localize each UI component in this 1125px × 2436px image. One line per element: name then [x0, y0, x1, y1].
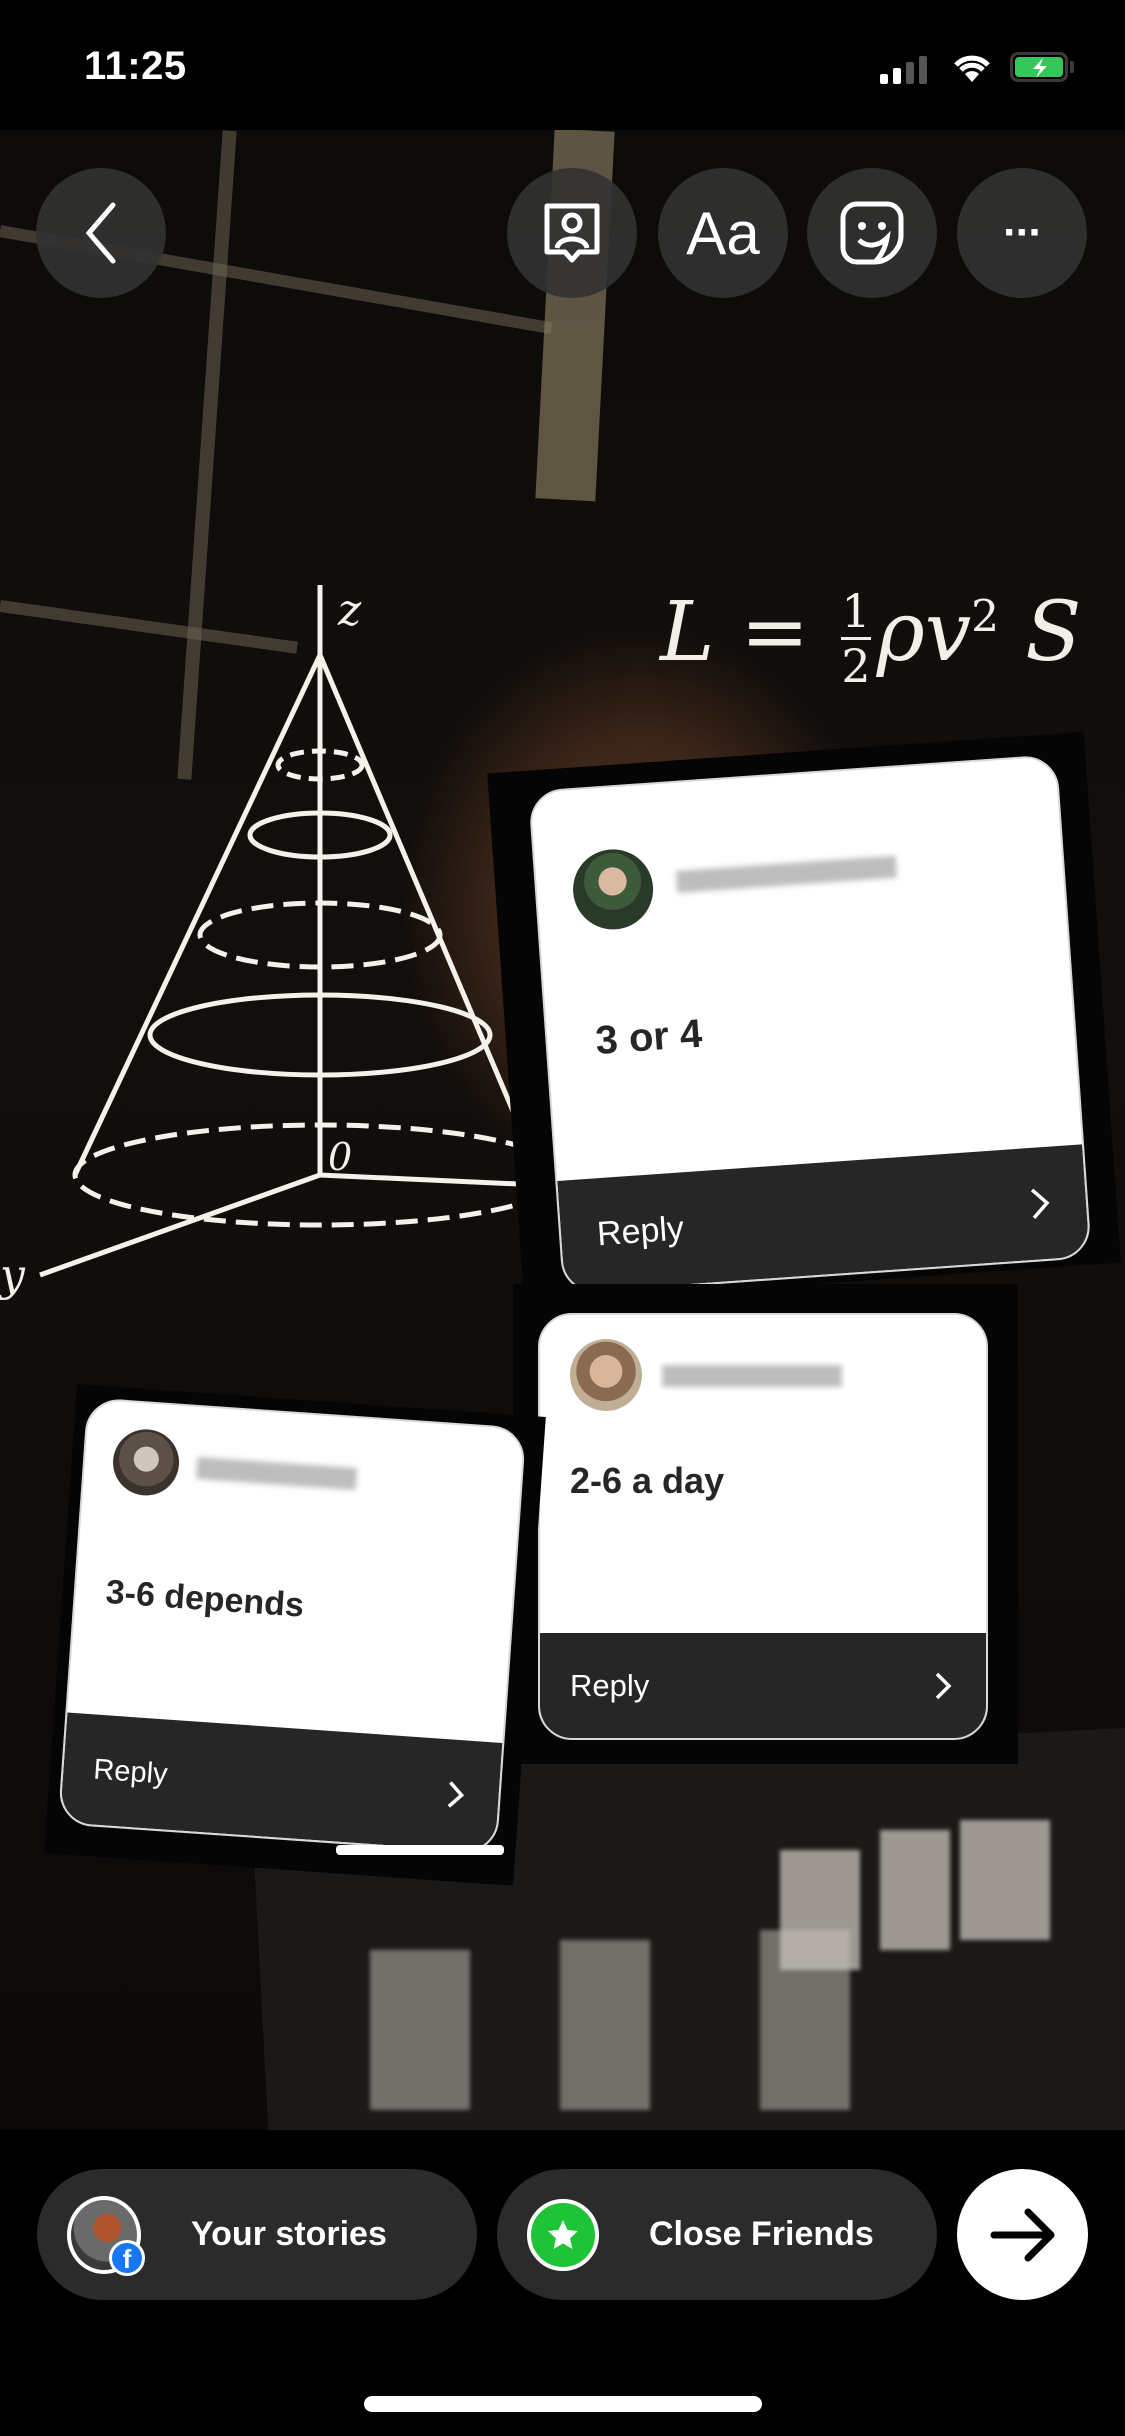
close-friends-button[interactable]: Close Friends — [497, 2169, 937, 2300]
wifi-icon — [954, 55, 990, 82]
your-stories-label: Your stories — [191, 2215, 387, 2253]
sticker-icon — [840, 201, 904, 265]
equation-fraction: 12 — [841, 584, 871, 693]
arrow-right-icon — [990, 2208, 1054, 2261]
close-friends-label: Close Friends — [649, 2215, 874, 2253]
answer-text: 3 or 4 — [594, 1011, 704, 1063]
question-reply-card[interactable]: 2-6 a day Reply — [538, 1313, 988, 1740]
username-redacted — [196, 1457, 358, 1491]
facebook-icon: f — [109, 2239, 145, 2276]
mention-icon — [544, 203, 600, 263]
chevron-left-icon — [85, 202, 116, 264]
text-tool-label: Aa — [686, 199, 760, 267]
equation-sticker[interactable]: L = 1 2 ρv2 S — [660, 585, 1081, 692]
close-friends-star-icon — [527, 2198, 599, 2271]
username-redacted — [662, 1365, 842, 1387]
avatar — [110, 1427, 182, 1498]
battery-icon — [1010, 52, 1068, 82]
status-bar: 11:25 — [0, 0, 1125, 130]
avatar — [570, 846, 656, 933]
home-indicator[interactable] — [364, 2396, 762, 2412]
username-redacted — [675, 855, 897, 893]
chevron-right-icon — [1030, 1188, 1050, 1219]
answer-text: 2-6 a day — [570, 1460, 725, 1501]
back-button[interactable] — [36, 168, 166, 298]
signal-icon — [880, 56, 927, 84]
chevron-right-icon — [935, 1672, 952, 1699]
profile-avatar: f — [67, 2195, 145, 2276]
text-tool-button[interactable]: Aa — [658, 168, 788, 298]
equation-rhs: ρv — [876, 585, 972, 680]
equation-lhs: L — [660, 585, 715, 680]
origin-label: 0 — [328, 1135, 352, 1179]
question-reply-card[interactable]: 3-6 depends Reply — [57, 1397, 527, 1855]
your-stories-button[interactable]: f Your stories — [37, 2169, 477, 2300]
sticker-button[interactable] — [807, 168, 937, 298]
more-icon: ··· — [1003, 208, 1043, 257]
cone-drawing-sticker[interactable]: z 0 y — [0, 575, 560, 1305]
axis-z-label: z — [337, 585, 362, 636]
chevron-right-icon — [447, 1781, 465, 1808]
clock: 11:25 — [84, 44, 187, 88]
next-button[interactable] — [957, 2169, 1088, 2300]
mention-button[interactable] — [507, 168, 637, 298]
equation-equals: = — [740, 585, 810, 680]
avatar — [570, 1339, 642, 1411]
answer-text: 3-6 depends — [104, 1572, 306, 1625]
axis-y-label: y — [0, 1250, 26, 1301]
card-edge — [336, 1845, 504, 1855]
question-reply-card[interactable]: 3 or 4 Reply — [528, 754, 1092, 1295]
more-button[interactable]: ··· — [957, 168, 1087, 298]
reply-button[interactable]: Reply — [540, 1633, 986, 1738]
equation-tail: S — [1025, 585, 1082, 680]
